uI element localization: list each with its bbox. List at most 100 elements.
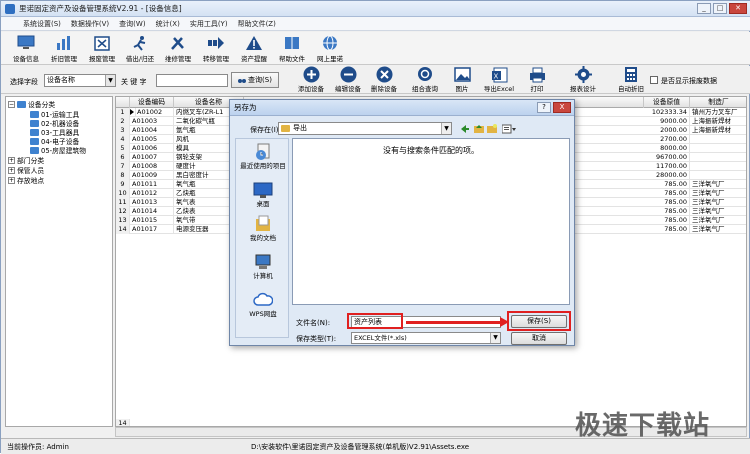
transfer-button[interactable]: 转移管理 [197,32,235,64]
tree-node-location[interactable]: + 存放地点 [8,175,44,185]
asset-alert-button[interactable]: 资产提醒 [235,32,273,64]
col-header-value[interactable]: 设备原值 [644,97,690,108]
place-wps-cloud[interactable]: WPS网盘 [236,291,290,318]
place-recent[interactable]: 最近使用的项目 [236,143,290,170]
menu-system[interactable]: 系统设置(S) [23,19,61,29]
cell-value: 785.00 [644,216,690,225]
device-info-button[interactable]: 设备信息 [7,32,45,64]
folder-icon [30,110,39,118]
delete-device-button[interactable]: 删除设备 [364,66,404,94]
place-computer[interactable]: 计算机 [236,253,290,280]
expand-icon[interactable]: + [8,166,15,174]
tree-node-device-category[interactable]: − 设备分类 [8,99,55,109]
col-header-maker[interactable]: 制造厂 [690,97,746,108]
operator-status: 当前操作员: Admin [7,443,69,451]
depreciation-button[interactable]: 折旧管理 [45,32,83,64]
cell-value: 2000.00 [644,126,690,135]
minimize-button[interactable]: _ [697,3,711,14]
cell-maker [690,135,746,144]
row-number: 10 [116,189,130,198]
dialog-close-button[interactable]: X [553,102,571,113]
keyword-label: 关 键 字 [121,78,147,86]
tree-node-keeper[interactable]: + 保管人员 [8,165,44,175]
scrap-button[interactable]: 报废管理 [83,32,121,64]
lend-return-button[interactable]: 借出/归还 [121,32,159,64]
menu-tools[interactable]: 实用工具(Y) [190,19,228,29]
auto-depreciation-button[interactable]: 自动折旧 [611,66,651,94]
window-title: 里诺固定资产及设备管理系统V2.91 - [设备信息] [19,4,182,13]
menu-help[interactable]: 帮助文件(Z) [238,19,276,29]
edit-device-button[interactable]: 编辑设备 [328,66,368,94]
filename-highlight [347,313,403,329]
print-button[interactable]: 打印 [517,66,557,94]
tree-node-buildings[interactable]: 05-房屋建筑物 [30,145,86,155]
repair-button[interactable]: 维修管理 [159,32,197,64]
row-number: 13 [116,216,130,225]
picture-button[interactable]: 图片 [442,66,482,94]
show-scrapped-label: 是否显示报废数据 [661,77,717,85]
menu-bar: 系统设置(S) 数据操作(V) 查询(W) 统计(X) 实用工具(Y) 帮助文件… [1,17,750,31]
view-menu-icon[interactable] [502,124,516,134]
help-icon[interactable]: ? [537,102,551,113]
save-in-label: 保存在(I): [250,126,281,134]
query-button[interactable]: 查询(S) [231,72,279,88]
wrench-icon [168,34,188,51]
online-button[interactable]: 网上里诺 [311,32,349,64]
cell-value: 8000.00 [644,144,690,153]
arrow-right-icon [206,34,226,51]
keyword-input[interactable] [156,74,228,87]
cell-value: 2700.00 [644,135,690,144]
excel-icon: X [490,66,508,83]
maximize-button[interactable]: □ [713,3,727,14]
row-number: 12 [116,207,130,216]
filetype-select[interactable]: EXCEL文件(*.xls) ▼ [351,332,501,344]
highlight-arrowhead [500,317,509,327]
place-desktop[interactable]: 桌面 [236,181,290,208]
main-window: 里诺固定资产及设备管理系统V2.91 - [设备信息] _ □ ✕ 系统设置(S… [0,0,750,454]
menu-data[interactable]: 数据操作(V) [71,19,109,29]
col-header-code[interactable]: 设备编码 [130,97,174,108]
cell-maker: 三洋氧气厂 [690,207,746,216]
cell-code: A01014 [130,207,174,216]
delete-circle-icon [375,66,393,83]
globe-icon [320,34,340,51]
cell-code: A01017 [130,225,174,234]
combo-query-button[interactable]: 组合查询 [405,66,445,94]
folder-icon [30,146,39,154]
save-in-select[interactable]: 导出 ▼ [278,122,452,135]
recent-items-icon [253,143,273,161]
menu-query[interactable]: 查询(W) [119,19,145,29]
report-design-button[interactable]: 报表设计 [563,66,603,94]
monitor-icon [16,34,36,51]
back-arrow-icon[interactable] [460,124,470,134]
cell-value: 9000.00 [644,117,690,126]
row-number: 14 [116,225,130,234]
documents-icon [253,215,273,233]
cell-maker: 上海振新焊材 [690,117,746,126]
expand-icon[interactable]: + [8,156,15,164]
cell-code: A01009 [130,171,174,180]
show-scrapped-checkbox[interactable] [650,76,658,84]
help-file-button[interactable]: 帮助文件 [273,32,311,64]
field-select[interactable]: 设备名称 ▼ [44,74,116,87]
field-label: 选择字段 [10,78,38,86]
file-list[interactable]: 没有与搜索条件匹配的项。 [292,138,570,305]
cell-code: A01003 [130,117,174,126]
collapse-icon[interactable]: − [8,100,15,108]
expand-icon[interactable]: + [8,176,15,184]
add-device-button[interactable]: 添加设备 [291,66,331,94]
printer-icon [528,66,546,83]
new-folder-icon[interactable] [487,124,497,134]
export-excel-button[interactable]: X 导出Excel [479,66,519,94]
tree-node-department[interactable]: + 部门分类 [8,155,44,165]
cancel-button[interactable]: 取消 [511,332,567,345]
filetype-label: 保存类型(T): [296,335,337,343]
bar-chart-icon [54,34,74,51]
close-button[interactable]: ✕ [729,3,747,14]
svg-text:X: X [493,72,498,80]
row-number: 9 [116,180,130,189]
cell-code: A01011 [130,180,174,189]
menu-stats[interactable]: 统计(X) [156,19,180,29]
place-my-documents[interactable]: 我的文档 [236,215,290,242]
up-folder-icon[interactable] [474,124,484,134]
